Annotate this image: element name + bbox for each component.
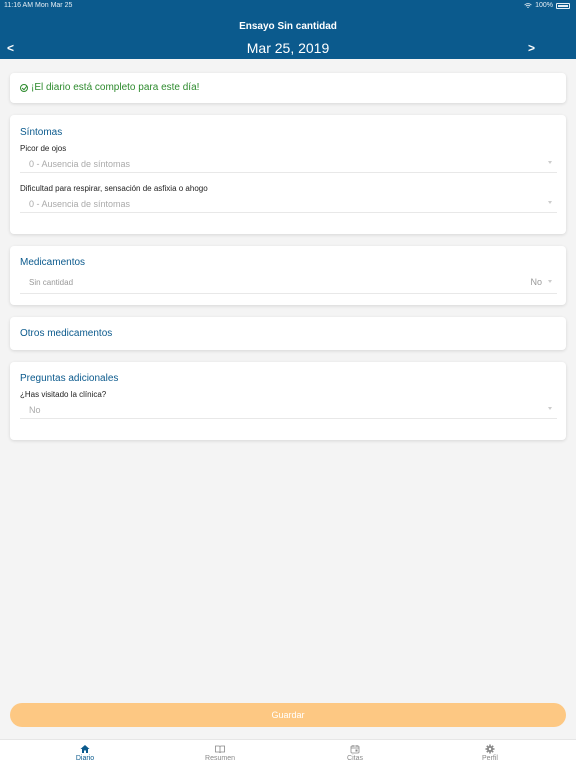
- symptom-label-itchy-eyes: Picor de ojos: [20, 144, 67, 153]
- save-button[interactable]: Guardar: [10, 703, 566, 727]
- symptom-label-breathing: Dificultad para respirar, sensación de a…: [20, 184, 208, 193]
- battery-icon: [556, 2, 570, 9]
- symptom-select-breathing[interactable]: 0 - Ausencia de síntomas: [20, 197, 557, 213]
- medication-select[interactable]: Sin cantidad No: [20, 274, 557, 294]
- gear-icon: [485, 744, 495, 754]
- page-title: Ensayo Sin cantidad: [239, 21, 337, 32]
- additional-questions-card: Preguntas adicionales ¿Has visitado la c…: [10, 362, 566, 440]
- chevron-down-icon: [548, 280, 552, 283]
- check-circle-icon: [20, 83, 28, 92]
- medication-value: No: [530, 277, 542, 287]
- clinic-visit-value: No: [29, 405, 41, 415]
- clinic-visit-question: ¿Has visitado la clínica?: [20, 390, 107, 399]
- tab-label: Citas: [347, 755, 363, 762]
- tab-citas[interactable]: Citas: [315, 742, 395, 768]
- status-time: 11:16 AM Mon Mar 25: [4, 2, 73, 9]
- date-navigator: < Mar 25, 2019 >: [0, 39, 576, 57]
- tab-label: Perfil: [482, 755, 498, 762]
- battery-percent: 100%: [535, 2, 553, 9]
- tab-bar: Diario Resumen Citas Perfil: [0, 739, 576, 768]
- chevron-down-icon: [548, 161, 552, 164]
- chevron-down-icon: [548, 407, 552, 410]
- symptoms-title: Síntomas: [20, 127, 63, 138]
- app-header: 11:16 AM Mon Mar 25 100% Ensayo Sin cant…: [0, 0, 576, 59]
- symptom-value: 0 - Ausencia de síntomas: [29, 159, 131, 169]
- next-day-button[interactable]: >: [528, 41, 535, 55]
- medications-card: Medicamentos Sin cantidad No: [10, 246, 566, 305]
- chevron-down-icon: [548, 201, 552, 204]
- tab-resumen[interactable]: Resumen: [180, 742, 260, 768]
- symptom-value: 0 - Ausencia de síntomas: [29, 199, 131, 209]
- status-right: 100%: [524, 2, 570, 9]
- symptom-select-itchy-eyes[interactable]: 0 - Ausencia de síntomas: [20, 157, 557, 173]
- diary-complete-banner: ¡El diario está completo para este día!: [10, 73, 566, 103]
- symptoms-card: Síntomas Picor de ojos 0 - Ausencia de s…: [10, 115, 566, 234]
- additional-questions-title: Preguntas adicionales: [20, 373, 119, 384]
- tab-label: Diario: [75, 755, 95, 762]
- status-bar: 11:16 AM Mon Mar 25 100%: [0, 0, 576, 12]
- tab-perfil[interactable]: Perfil: [450, 742, 530, 768]
- wifi-icon: [524, 2, 532, 8]
- current-date: Mar 25, 2019: [246, 40, 330, 56]
- book-icon: [215, 745, 225, 754]
- medications-title: Medicamentos: [20, 257, 86, 268]
- other-medications-card[interactable]: Otros medicamentos: [10, 317, 566, 350]
- medication-name: Sin cantidad: [29, 278, 74, 287]
- complete-message: ¡El diario está completo para este día!: [20, 82, 199, 93]
- other-medications-title: Otros medicamentos: [20, 328, 113, 339]
- complete-message-text: ¡El diario está completo para este día!: [31, 82, 200, 93]
- tab-diario[interactable]: Diario: [45, 742, 125, 768]
- calendar-icon: [350, 745, 360, 754]
- clinic-visit-select[interactable]: No: [20, 403, 557, 419]
- home-icon: [80, 745, 90, 753]
- tab-label: Resumen: [205, 755, 235, 762]
